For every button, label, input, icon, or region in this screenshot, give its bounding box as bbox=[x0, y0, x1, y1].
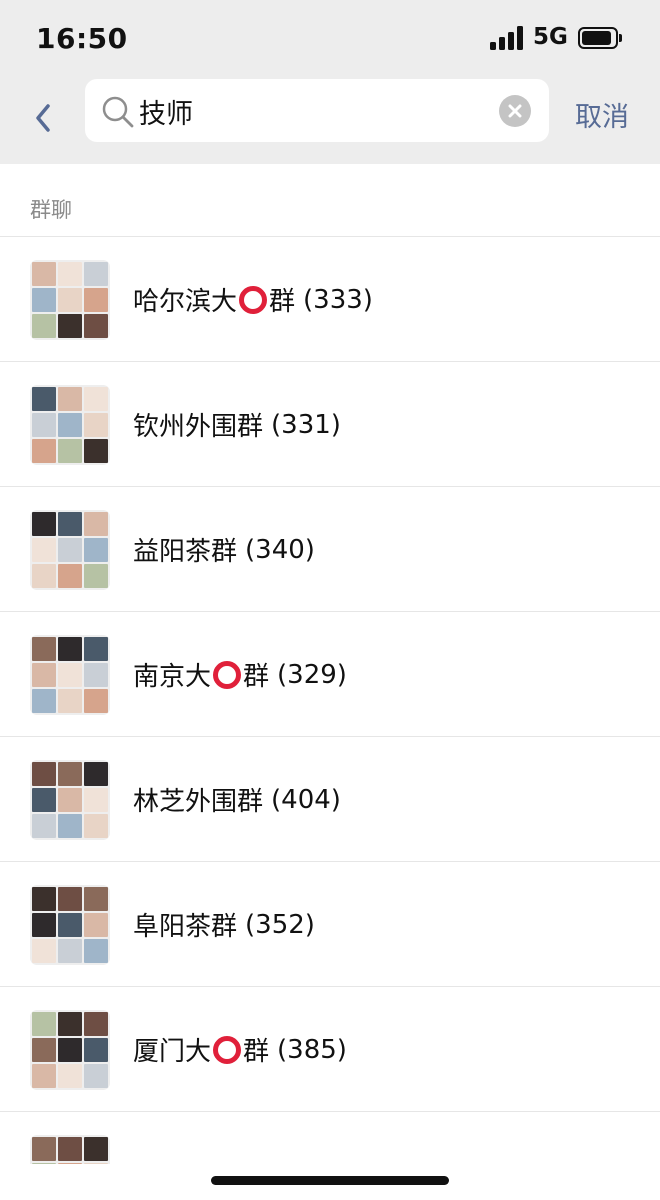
member-count: (404) bbox=[271, 784, 341, 815]
group-name-suffix: 群 bbox=[243, 1037, 270, 1067]
group-avatar bbox=[30, 885, 110, 965]
clear-search-button[interactable] bbox=[499, 95, 531, 127]
chevron-left-icon bbox=[36, 104, 50, 132]
group-chat-row[interactable]: 哈尔滨大 群 (333) bbox=[0, 237, 660, 362]
signal-icon bbox=[490, 26, 524, 50]
group-avatar bbox=[30, 1010, 110, 1090]
search-header: 16:50 5G 技师 取消 bbox=[0, 0, 660, 164]
group-avatar bbox=[30, 635, 110, 715]
red-circle-icon bbox=[213, 660, 242, 689]
search-box[interactable] bbox=[85, 79, 549, 142]
group-avatar bbox=[30, 260, 110, 340]
group-name: 益阳茶群 (340) bbox=[133, 531, 315, 568]
member-count: (333) bbox=[303, 284, 373, 315]
group-name: 阜阳茶群 (352) bbox=[133, 906, 315, 943]
back-button[interactable] bbox=[30, 98, 60, 138]
red-circle-icon bbox=[213, 1035, 242, 1064]
group-avatar bbox=[30, 385, 110, 465]
group-chat-row[interactable]: 南京大 群 (329) bbox=[0, 612, 660, 737]
group-avatar bbox=[30, 510, 110, 590]
search-input[interactable] bbox=[139, 89, 479, 133]
group-name: 厦门大 群 (385) bbox=[133, 1031, 347, 1068]
group-name-text: 林芝外围群 bbox=[133, 787, 264, 817]
network-label: 5G bbox=[533, 24, 568, 50]
home-indicator[interactable] bbox=[211, 1176, 449, 1185]
group-name-text: 钦州外围群 bbox=[133, 412, 264, 442]
group-chat-row[interactable]: 钦州外围群 (331) bbox=[0, 362, 660, 487]
group-chat-row[interactable]: 益阳茶群 (340) bbox=[0, 487, 660, 612]
close-icon bbox=[508, 104, 522, 118]
group-name-suffix: 群 bbox=[269, 287, 296, 317]
group-chat-row[interactable]: 林芝外围群 (404) bbox=[0, 737, 660, 862]
group-results-list: 哈尔滨大群 (333) 钦州外围群 (331) 益阳茶群 (340) 南京大群 (329) 林芝… bbox=[0, 236, 660, 1200]
red-circle-icon bbox=[239, 285, 268, 314]
group-name-text: 益阳茶群 bbox=[133, 537, 238, 567]
battery-icon bbox=[578, 27, 622, 49]
group-name: 哈尔滨大 群 (333) bbox=[133, 281, 373, 318]
member-count: (331) bbox=[271, 409, 341, 440]
search-icon bbox=[102, 96, 134, 128]
cancel-button[interactable]: 取消 bbox=[575, 95, 629, 134]
group-avatar bbox=[30, 760, 110, 840]
group-name: 钦州外围群 (331) bbox=[133, 406, 341, 443]
group-chat-row[interactable]: 厦门大 群 (385) bbox=[0, 987, 660, 1112]
group-name-text: 南京大 bbox=[133, 662, 212, 692]
group-chat-row[interactable]: 阜阳茶群 (352) bbox=[0, 862, 660, 987]
group-name-text: 阜阳茶群 bbox=[133, 912, 238, 942]
member-count: (340) bbox=[245, 534, 315, 565]
group-name-text: 哈尔滨大 bbox=[133, 287, 238, 317]
section-title-group-chats: 群聊 bbox=[30, 198, 72, 222]
member-count: (329) bbox=[277, 659, 347, 690]
group-name-suffix: 群 bbox=[243, 662, 270, 692]
group-name: 林芝外围群 (404) bbox=[133, 781, 341, 818]
wechat-search-screen: 16:50 5G 技师 取消 群聊 哈尔滨大 群 (333) 钦州外围群 (33… bbox=[0, 0, 660, 1200]
group-name-text: 厦门大 bbox=[133, 1037, 212, 1067]
status-time: 16:50 bbox=[36, 22, 128, 55]
member-count: (385) bbox=[277, 1034, 347, 1065]
group-name: 南京大 群 (329) bbox=[133, 656, 347, 693]
member-count: (352) bbox=[245, 909, 315, 940]
